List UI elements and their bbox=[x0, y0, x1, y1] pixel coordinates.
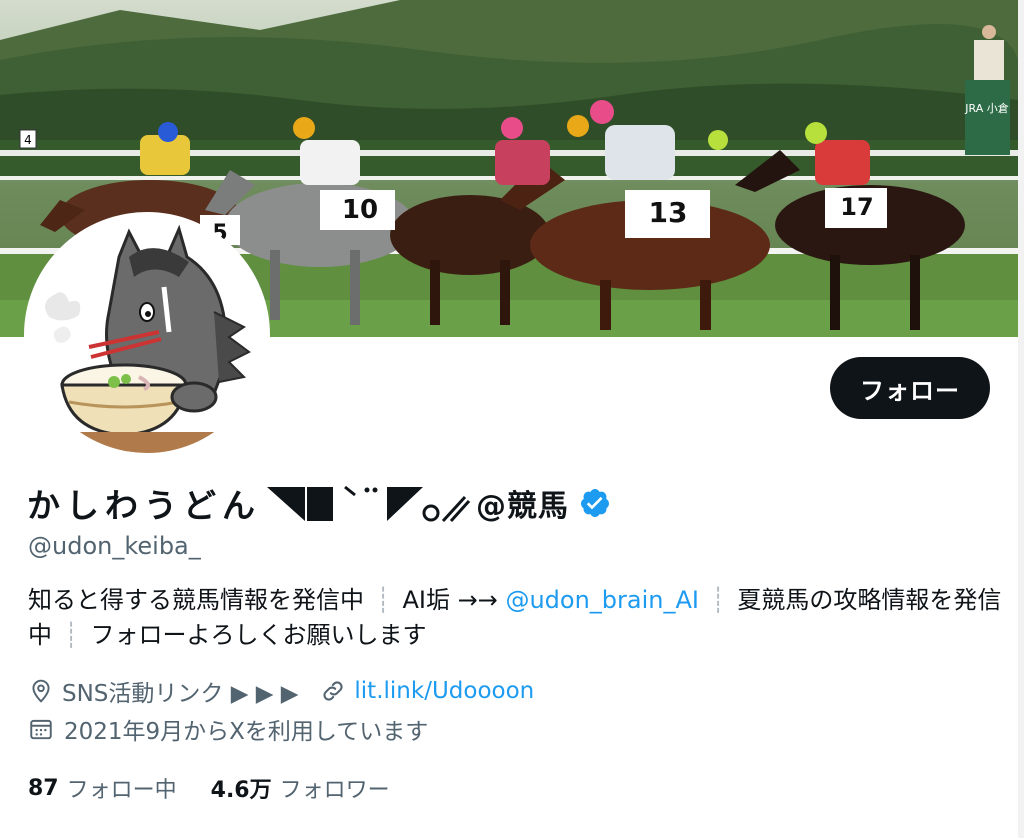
following-link[interactable]: 87 フォロー中 bbox=[28, 772, 177, 804]
bio-separator: ┊ bbox=[376, 586, 391, 614]
saddle-number-17: 17 bbox=[840, 193, 873, 221]
bio-mention-link[interactable]: @udon_brain_AI bbox=[505, 586, 699, 614]
saddle-number-10: 10 bbox=[342, 195, 378, 225]
jra-sign-text: JRA 小倉 bbox=[964, 101, 1008, 115]
bio-text-4: フォローよろしくお願いします bbox=[90, 621, 427, 649]
following-count: 87 bbox=[28, 775, 59, 801]
calendar-icon bbox=[30, 719, 52, 740]
followers-link[interactable]: 4.6万 フォロワー bbox=[211, 772, 390, 804]
profile-website-link[interactable]: lit.link/Udoooon bbox=[354, 678, 534, 704]
display-name: かしわうどん bbox=[27, 486, 261, 525]
bio-text-2: AI垢 →→ bbox=[402, 586, 498, 614]
pole-number: 4 bbox=[24, 133, 32, 147]
profile-meta-joined-row: 2021年9月からXを利用しています bbox=[28, 712, 428, 746]
followers-count: 4.6万 bbox=[210, 778, 272, 803]
bio-text-1: 知ると得する競馬情報を発信中 bbox=[28, 586, 364, 614]
page-scrollbar[interactable] bbox=[1018, 0, 1024, 838]
display-name-row: かしわうどん @競馬 bbox=[27, 478, 611, 528]
profile-meta-location-row: SNS活動リンク ▶ ▶ ▶ lit.link/Udoooon bbox=[28, 674, 534, 708]
profile-bio: 知ると得する競馬情報を発信中 ┊ AI垢 →→ @udon_brain_AI ┊ 夏競馬… bbox=[28, 583, 1003, 653]
follow-counts: 87 フォロー中 4.6万 フォロワー bbox=[28, 772, 390, 804]
follow-button[interactable]: フォロー bbox=[830, 357, 990, 419]
followers-label: フォロワー bbox=[279, 778, 390, 803]
bio-separator: ┊ bbox=[710, 586, 726, 614]
avatar[interactable] bbox=[24, 212, 270, 458]
user-handle: @udon_keiba_ bbox=[28, 532, 201, 560]
following-label: フォロー中 bbox=[66, 778, 177, 803]
profile-location: SNS活動リンク ▶ ▶ ▶ bbox=[62, 681, 299, 707]
verified-badge-icon[interactable] bbox=[579, 487, 611, 519]
link-icon bbox=[323, 681, 343, 701]
horse-eating-udon-illustration bbox=[29, 217, 265, 453]
kaomoji-decoration bbox=[267, 485, 470, 523]
display-name-suffix: @競馬 bbox=[476, 489, 569, 524]
profile-joined-date: 2021年9月からXを利用しています bbox=[64, 719, 429, 745]
location-pin-icon bbox=[32, 679, 50, 703]
bio-separator: ┊ bbox=[64, 621, 79, 649]
saddle-number-13: 13 bbox=[649, 196, 688, 229]
